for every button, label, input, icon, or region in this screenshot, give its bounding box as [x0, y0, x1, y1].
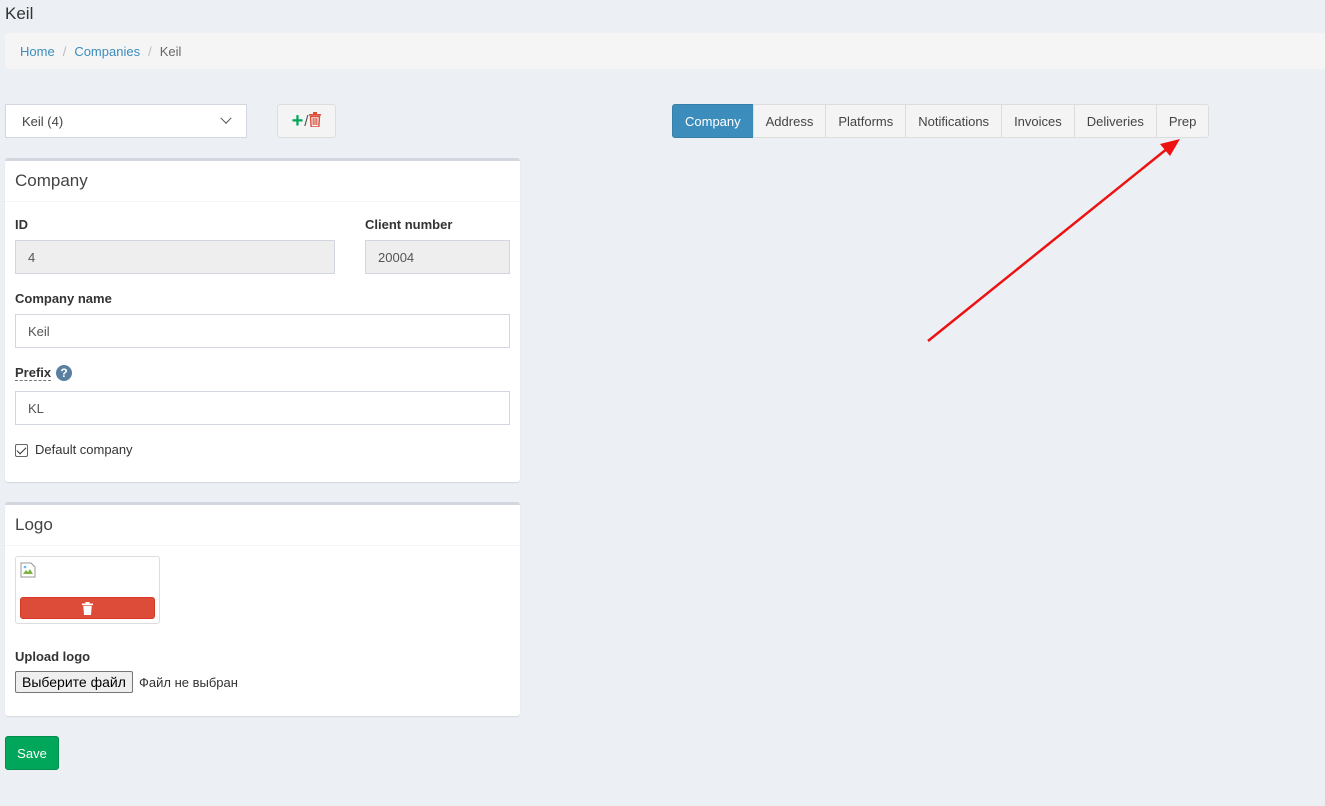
tab-platforms[interactable]: Platforms: [825, 104, 907, 138]
trash-icon: [82, 601, 93, 615]
id-label: ID: [15, 217, 28, 232]
company-name-label: Company name: [15, 291, 112, 306]
breadcrumb-separator: /: [62, 43, 67, 59]
tab-invoices[interactable]: Invoices: [1001, 104, 1075, 138]
save-button[interactable]: Save: [5, 736, 59, 770]
broken-image-icon: [20, 562, 36, 578]
file-status: Файл не выбран: [139, 675, 238, 690]
breadcrumb-current: Keil: [159, 43, 182, 59]
prefix-input[interactable]: KL: [15, 391, 510, 425]
company-select-value: Keil (4): [22, 113, 64, 129]
slash-separator: /: [304, 112, 309, 130]
chevron-down-icon: [220, 112, 232, 124]
tab-notifications[interactable]: Notifications: [905, 104, 1003, 138]
choose-file-button[interactable]: Выберите файл: [15, 671, 133, 693]
breadcrumb: Home / Companies / Keil: [5, 33, 1325, 69]
page-title: Keil: [5, 4, 34, 23]
logo-thumbnail: [15, 556, 160, 624]
company-select[interactable]: Keil (4): [5, 104, 247, 138]
tab-bar: Company Address Platforms Notifications …: [672, 104, 1210, 138]
tab-deliveries[interactable]: Deliveries: [1073, 104, 1157, 138]
breadcrumb-separator: /: [148, 43, 152, 59]
client-number-label: Client number: [365, 217, 453, 232]
plus-icon: +: [291, 110, 304, 132]
company-box: Company ID 4 Client number 20004 Company…: [5, 158, 520, 482]
logo-box-title: Logo: [5, 505, 520, 546]
logo-box: Logo Upload logo Выберите файл Файл не в…: [5, 502, 520, 716]
company-box-title: Company: [5, 161, 520, 202]
help-icon[interactable]: ?: [56, 365, 72, 381]
default-company-checkbox[interactable]: [15, 444, 28, 457]
company-name-input[interactable]: Keil: [15, 314, 510, 348]
id-field: 4: [15, 240, 335, 274]
breadcrumb-home[interactable]: Home: [20, 44, 55, 59]
client-number-field: 20004: [365, 240, 510, 274]
prefix-label: Prefix: [15, 365, 52, 381]
breadcrumb-companies[interactable]: Companies: [74, 44, 140, 59]
tab-prep[interactable]: Prep: [1155, 104, 1210, 138]
upload-logo-label: Upload logo: [15, 649, 91, 664]
trash-icon: [309, 112, 322, 130]
tab-company[interactable]: Company: [672, 104, 754, 138]
tab-address[interactable]: Address: [752, 104, 827, 138]
default-company-label: Default company: [35, 442, 133, 457]
add-remove-company-button[interactable]: + /: [277, 104, 336, 138]
delete-logo-button[interactable]: [20, 597, 155, 619]
